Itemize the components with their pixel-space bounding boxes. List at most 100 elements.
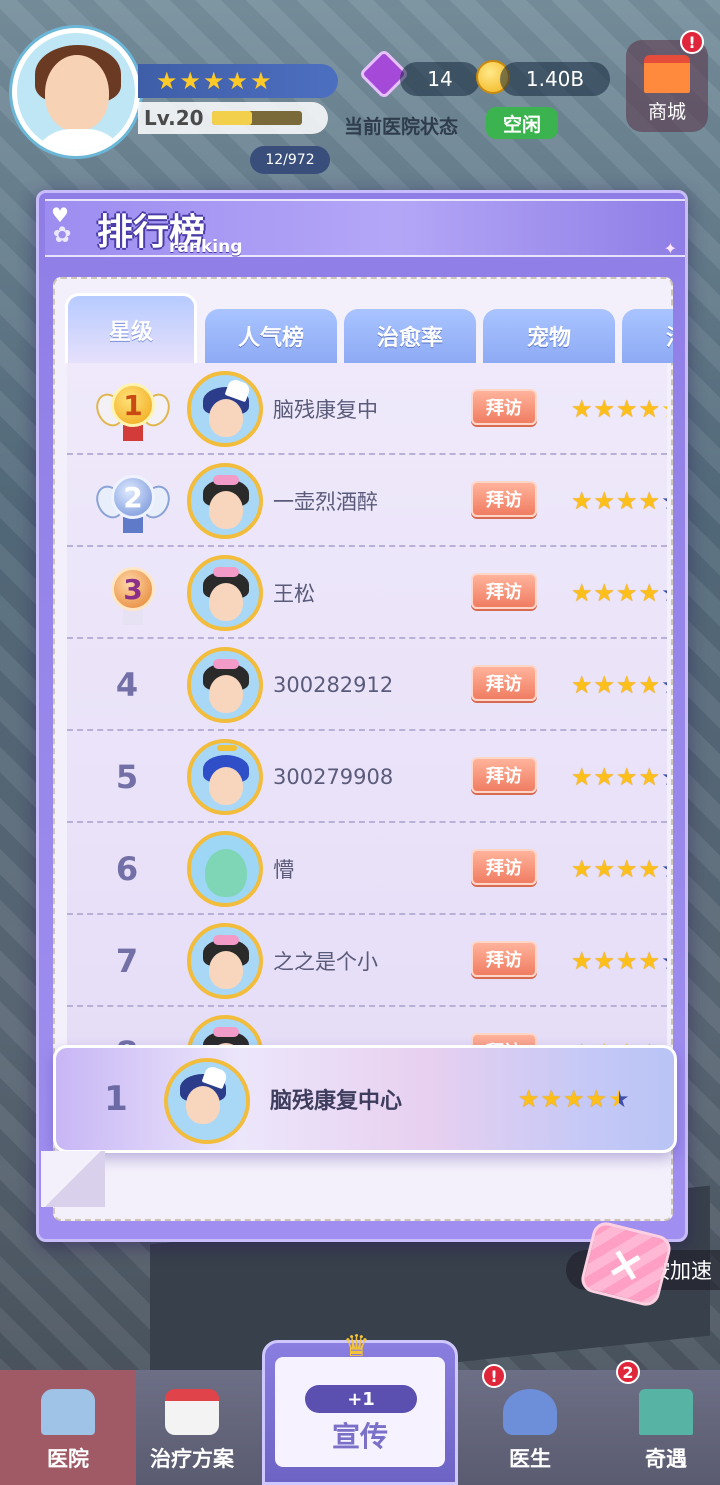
bronze-medal-icon: 3 xyxy=(97,557,169,629)
star-icon: ★ xyxy=(661,857,667,881)
silver-medal-icon: 2 xyxy=(91,465,175,537)
star-icon: ★ xyxy=(661,673,667,697)
star-icon: ★ xyxy=(661,949,667,973)
table-row: 2 一壶烈酒醉 拜访 ★★★★★ xyxy=(67,455,667,547)
nav-promotion[interactable]: ♛ +1 宣传 xyxy=(262,1329,458,1485)
star-icon: ★ xyxy=(638,763,661,791)
visit-button[interactable]: 拜访 xyxy=(471,941,537,977)
star-icon: ★ xyxy=(540,1085,563,1113)
ranking-tabs: 星级 人气榜 治愈率 宠物 治疗 xyxy=(65,291,673,363)
building-icon xyxy=(639,1389,693,1435)
star-icon: ★ xyxy=(661,765,667,789)
visit-button[interactable]: 拜访 xyxy=(471,389,537,425)
my-rank-name: 脑残康复中心 xyxy=(270,1089,403,1114)
star-icon: ★ xyxy=(661,397,667,421)
player-name: 懵 xyxy=(273,858,294,882)
star-icon: ★ xyxy=(571,579,593,607)
table-row: 5300279908拜访★★★★★ xyxy=(67,731,667,823)
visit-button[interactable]: 拜访 xyxy=(471,757,537,793)
first-aid-kit-icon xyxy=(165,1389,219,1435)
visit-button[interactable]: 拜访 xyxy=(471,849,537,885)
star-icon: ★ xyxy=(250,67,272,95)
shop-alert-icon: ! xyxy=(680,30,704,54)
star-icon: ★ xyxy=(226,67,249,95)
nav-hospital[interactable]: 医院 xyxy=(0,1370,136,1485)
player-name: 一壶烈酒醉 xyxy=(273,490,378,514)
shop-button[interactable]: 商城 xyxy=(626,40,708,132)
my-avatar[interactable] xyxy=(164,1058,250,1144)
table-row: 4300282912拜访★★★★★ xyxy=(67,639,667,731)
tab-cure-rate[interactable]: 治愈率 xyxy=(344,309,476,363)
player-name: 之之是个小 xyxy=(273,950,378,974)
gem-count[interactable]: 14 xyxy=(400,62,480,96)
nav-adventure-label: 奇遇 xyxy=(645,1447,687,1471)
star-icon: ★ xyxy=(616,855,638,883)
star-icon: ★ xyxy=(608,1085,630,1113)
visit-button[interactable]: 拜访 xyxy=(471,481,537,517)
shop-label: 商城 xyxy=(647,101,686,123)
star-rating: ★★★★★ xyxy=(571,639,667,731)
rank-number: 6 xyxy=(115,850,139,888)
star-icon: ★ xyxy=(203,67,225,95)
hospital-status-badge: 空闲 xyxy=(486,107,558,139)
task-progress[interactable]: 12/972 xyxy=(250,146,330,174)
star-icon: ★ xyxy=(638,855,661,883)
doctor-icon xyxy=(503,1389,557,1435)
star-icon: ★ xyxy=(156,67,178,95)
star-rating: ★★★★★ xyxy=(571,455,667,547)
star-icon: ★ xyxy=(593,579,616,607)
ranking-list[interactable]: 1脑残康复中拜访★★★★★2一壶烈酒醉拜访★★★★★3王松拜访★★★★★4300… xyxy=(67,363,667,1053)
tab-treatment[interactable]: 治疗 xyxy=(622,309,673,363)
player-avatar[interactable] xyxy=(187,831,263,907)
page-curl-decoration xyxy=(41,1151,105,1207)
ranking-subtitle: ranking xyxy=(169,237,243,257)
avatar-face xyxy=(186,1086,220,1124)
rank-number: 4 xyxy=(115,666,139,704)
nav-treatment-label: 治疗方案 xyxy=(150,1447,234,1471)
visit-button[interactable]: 拜访 xyxy=(471,573,537,609)
player-avatar[interactable] xyxy=(187,463,263,539)
star-icon: ★ xyxy=(571,671,593,699)
player-avatar[interactable] xyxy=(12,28,140,156)
star-icon: ★ xyxy=(616,487,638,515)
star-rating: ★★★★★ xyxy=(571,823,667,915)
hospital-icon xyxy=(41,1389,95,1435)
player-star-rating: ★ ★ ★ ★ ★ xyxy=(138,64,338,98)
star-icon: ★ xyxy=(563,1085,585,1113)
star-icon: ★ xyxy=(571,763,593,791)
gold-medal-icon: 1 xyxy=(91,373,175,445)
nav-doctor[interactable]: 医生 xyxy=(462,1370,598,1485)
player-name: 300282912 xyxy=(273,673,394,697)
star-icon: ★ xyxy=(638,947,661,975)
player-avatar[interactable] xyxy=(187,923,263,999)
medal-rank: 1 xyxy=(111,383,155,427)
tab-popularity[interactable]: 人气榜 xyxy=(205,309,337,363)
star-icon: ★ xyxy=(638,579,661,607)
nav-adventure[interactable]: 奇遇 xyxy=(598,1370,720,1485)
table-row: 7 之之是个小 拜访 ★★★★★ xyxy=(67,915,667,1007)
tab-star-level[interactable]: 星级 xyxy=(65,293,197,363)
star-icon: ★ xyxy=(638,487,661,515)
star-rating: ★★★★★ xyxy=(571,731,667,823)
table-row: 6 懵 拜访 ★★★★★ xyxy=(67,823,667,915)
table-row: 3王松拜访★★★★★ xyxy=(67,547,667,639)
player-avatar[interactable] xyxy=(187,371,263,447)
player-avatar[interactable] xyxy=(187,647,263,723)
level-text: Lv.20 xyxy=(144,106,204,130)
medal-rank: 2 xyxy=(111,475,155,519)
my-rank-number: 1 xyxy=(104,1079,128,1119)
flower-icon: ✿ xyxy=(53,223,72,248)
tab-pets[interactable]: 宠物 xyxy=(483,309,615,363)
star-icon: ★ xyxy=(593,947,616,975)
coin-count[interactable]: 1.40B xyxy=(500,62,610,96)
player-avatar[interactable] xyxy=(187,739,263,815)
star-icon: ★ xyxy=(571,947,593,975)
visit-button[interactable]: 拜访 xyxy=(471,665,537,701)
star-icon: ★ xyxy=(616,395,638,423)
rank-number: 7 xyxy=(115,942,139,980)
table-row: 1脑残康复中拜访★★★★★ xyxy=(67,363,667,455)
nav-promotion-label: 宣传 xyxy=(331,1420,388,1453)
star-rating: ★★★★★ xyxy=(571,915,667,1007)
nav-treatment-plan[interactable]: 治疗方案 xyxy=(124,1370,260,1485)
player-avatar[interactable] xyxy=(187,555,263,631)
